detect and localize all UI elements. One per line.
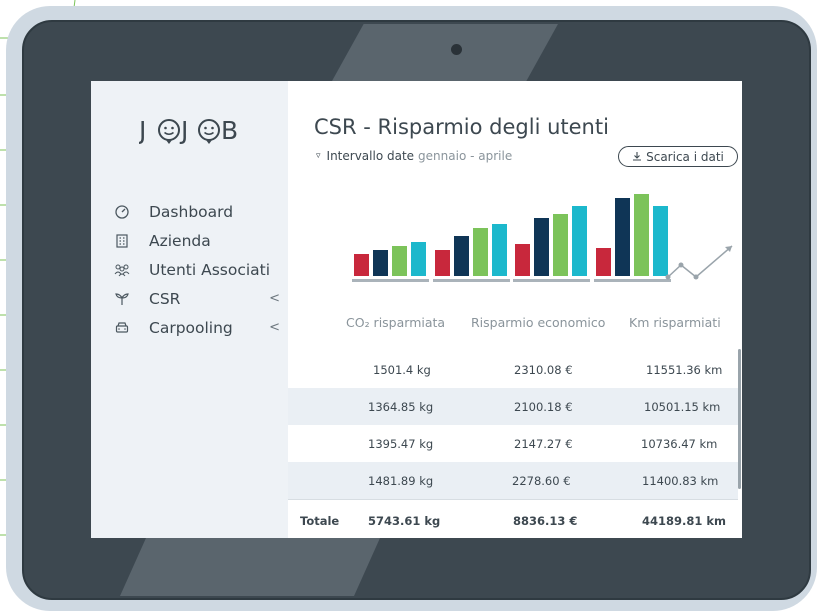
car-icon (113, 321, 131, 335)
date-filter[interactable]: ▿ Intervallo date gennaio - aprile (316, 149, 512, 163)
plant-icon (113, 292, 131, 306)
camera-icon (451, 44, 462, 55)
chart-bar (515, 244, 530, 276)
sidebar-item-dashboard[interactable]: Dashboard (113, 197, 288, 226)
table-row: 1364.85 kg 2100.18 € 10501.15 km (288, 388, 738, 425)
data-table: 1501.4 kg 2310.08 € 11551.36 km 1364.85 … (288, 351, 738, 538)
app-screen: J J B Dashboard Azienda Utenti Associati… (91, 81, 742, 538)
chart-bar (634, 194, 649, 276)
chart-bar (572, 206, 587, 276)
chart-group-baseline (352, 279, 429, 282)
scrollbar[interactable] (738, 349, 741, 489)
sidebar-item-csr[interactable]: CSR < (113, 284, 288, 313)
co2-cell: 1395.47 kg (368, 437, 434, 451)
download-icon (632, 150, 642, 164)
table-row: 1481.89 kg 2278.60 € 11400.83 km (288, 462, 738, 499)
filter-range: gennaio - aprile (418, 149, 513, 163)
column-header-co2: CO₂ risparmiata (346, 315, 446, 330)
chart-bar (615, 198, 630, 276)
sidebar-item-carpooling[interactable]: Carpooling < (113, 313, 288, 342)
km-cell: 11551.36 km (646, 363, 723, 377)
chart-bar (411, 242, 426, 276)
chart-bar (473, 228, 488, 276)
page-title: CSR - Risparmio degli utenti (314, 115, 609, 139)
chart-bar (553, 214, 568, 276)
chart-bar (354, 254, 369, 276)
co2-total: 5743.61 kg (368, 514, 441, 528)
co2-cell: 1501.4 kg (373, 363, 431, 377)
sidebar-item-label: CSR (149, 289, 181, 308)
table-row: 1501.4 kg 2310.08 € 11551.36 km (288, 351, 738, 388)
km-cell: 10501.15 km (644, 400, 721, 414)
total-label: Totale (300, 514, 340, 528)
screen-reflection (332, 24, 558, 81)
chevron-left-icon: < (269, 291, 280, 306)
km-total: 44189.81 km (642, 514, 727, 528)
sidebar-item-label: Azienda (149, 231, 211, 250)
chart-bar (596, 248, 611, 276)
chevron-left-icon: < (269, 320, 280, 335)
filter-triangle-icon: ▿ (316, 151, 321, 161)
chart-bar (492, 224, 507, 276)
trend-line-icon (665, 245, 733, 280)
bar-chart (352, 194, 733, 282)
km-cell: 10736.47 km (641, 437, 718, 451)
column-header-risparmio: Risparmio economico (471, 315, 606, 330)
building-icon (113, 233, 131, 248)
sidebar-nav: Dashboard Azienda Utenti Associati CSR <… (113, 197, 288, 342)
svg-text:J: J (139, 116, 148, 145)
chart-bar (392, 246, 407, 276)
co2-cell: 1364.85 kg (368, 400, 434, 414)
eco-total: 8836.13 € (513, 514, 578, 528)
chart-group-baseline (513, 279, 590, 282)
km-cell: 11400.83 km (642, 474, 719, 488)
eco-cell: 2278.60 € (512, 474, 571, 488)
co2-cell: 1481.89 kg (368, 474, 434, 488)
chart-bar (454, 236, 469, 276)
sidebar-item-azienda[interactable]: Azienda (113, 226, 288, 255)
sidebar-item-label: Utenti Associati (149, 260, 271, 279)
eco-cell: 2147.27 € (514, 437, 573, 451)
download-label: Scarica i dati (646, 149, 724, 164)
sidebar: J J B Dashboard Azienda Utenti Associati… (91, 81, 288, 538)
main-content: CSR - Risparmio degli utenti ▿ Intervall… (288, 81, 742, 538)
chart-bar (373, 250, 388, 276)
column-header-km: Km risparmiati (629, 315, 721, 330)
jojob-logo-icon: J J B (137, 116, 240, 145)
chart-group-baseline (433, 279, 510, 282)
eco-cell: 2310.08 € (514, 363, 573, 377)
speedometer-icon (113, 204, 131, 219)
chart-bar (653, 206, 668, 276)
chart-bar (435, 250, 450, 276)
screen-reflection (120, 538, 380, 596)
chart-group-baseline (594, 279, 671, 282)
sidebar-item-label: Dashboard (149, 202, 234, 221)
table-total-row: Totale 5743.61 kg 8836.13 € 44189.81 km (288, 499, 738, 538)
logo[interactable]: J J B (137, 115, 249, 153)
svg-text:J: J (179, 116, 190, 145)
users-icon (113, 263, 131, 277)
sidebar-item-label: Carpooling (149, 318, 233, 337)
chart-bar (534, 218, 549, 276)
filter-label: Intervallo date (326, 149, 415, 163)
table-row: 1395.47 kg 2147.27 € 10736.47 km (288, 425, 738, 462)
download-button[interactable]: Scarica i dati (618, 146, 738, 167)
svg-text:B: B (221, 116, 240, 145)
sidebar-item-utenti-associati[interactable]: Utenti Associati (113, 255, 288, 284)
eco-cell: 2100.18 € (514, 400, 573, 414)
